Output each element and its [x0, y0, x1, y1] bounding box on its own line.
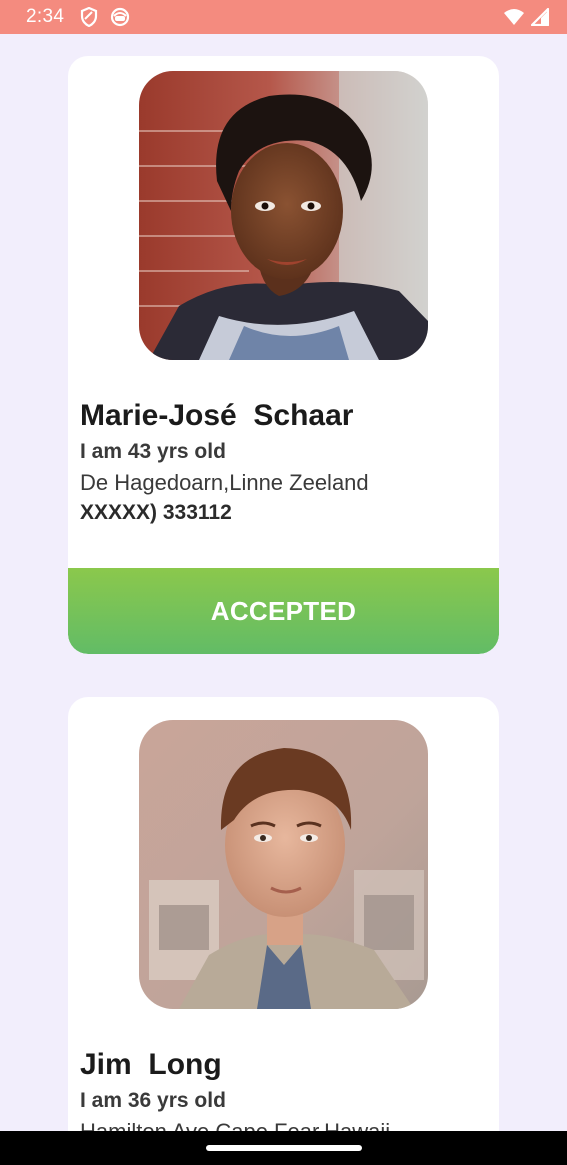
avatar — [139, 71, 428, 360]
avatar — [139, 720, 428, 1009]
navigation-bar — [0, 1131, 567, 1165]
user-phone: XXXXX) 333112 — [80, 501, 232, 524]
status-time: 2:34 — [26, 6, 65, 27]
user-age: I am 43 yrs old — [80, 440, 226, 463]
man-portrait-image — [139, 720, 428, 1009]
user-name: Jim Long — [80, 1048, 222, 1081]
user-list[interactable]: Marie-José Schaar I am 43 yrs old De Hag… — [0, 34, 567, 1131]
user-info: Jim Long I am 36 yrs old Hamilton Ave,Ca… — [80, 1047, 487, 1131]
user-address: Hamilton Ave,Cape Fear,Hawaii — [80, 1117, 487, 1131]
wifi-icon — [503, 8, 525, 26]
cat-face-icon — [110, 7, 130, 27]
user-address: De Hagedoarn,Linne Zeeland — [80, 470, 369, 495]
user-info: Marie-José Schaar I am 43 yrs old De Hag… — [80, 398, 487, 528]
status-icons-right — [503, 8, 549, 26]
user-age: I am 36 yrs old — [80, 1089, 226, 1112]
woman-portrait-image — [139, 71, 428, 360]
status-bar: 2:34 — [0, 0, 567, 34]
home-handle[interactable] — [206, 1145, 362, 1151]
user-name: Marie-José Schaar — [80, 399, 354, 432]
user-card[interactable]: Marie-José Schaar I am 43 yrs old De Hag… — [68, 56, 499, 654]
user-card[interactable]: Jim Long I am 36 yrs old Hamilton Ave,Ca… — [68, 697, 499, 1131]
status-icons-left — [80, 7, 130, 27]
shield-icon — [80, 7, 98, 27]
cellular-signal-icon — [531, 8, 549, 26]
accepted-button[interactable]: ACCEPTED — [68, 568, 499, 654]
